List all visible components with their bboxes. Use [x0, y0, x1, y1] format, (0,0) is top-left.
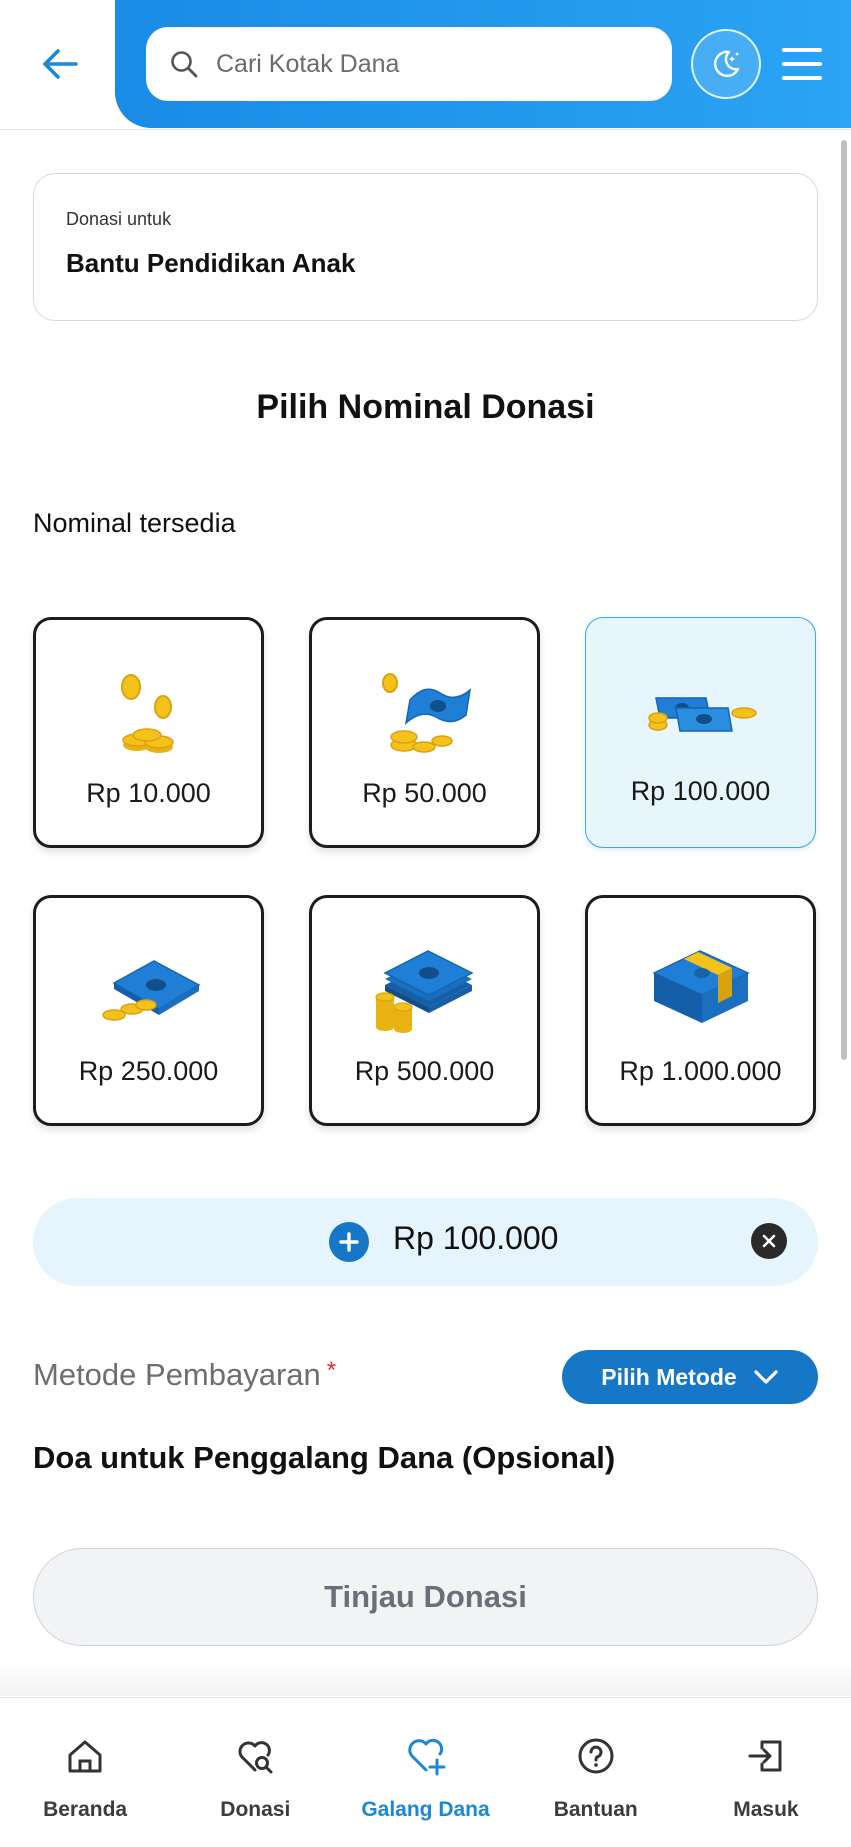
nominal-amount: Rp 500.000: [354, 1056, 495, 1086]
menu-line: [782, 48, 822, 52]
nav-label: Beranda: [43, 1798, 128, 1821]
target-name: Bantu Pendidikan Anak: [66, 248, 356, 278]
nominal-section-label: Nominal tersedia: [33, 508, 236, 538]
nominal-option-50000[interactable]: Rp 50.000: [309, 617, 540, 848]
page-title: Pilih Nominal Donasi: [256, 388, 595, 426]
nominal-amount: Rp 1.000.000: [619, 1056, 782, 1086]
nominal-option-500000[interactable]: Rp 500.000: [309, 895, 540, 1126]
payment-method-text: Metode Pembayaran: [33, 1357, 321, 1392]
nominal-option-100000[interactable]: Rp 100.000: [585, 617, 816, 848]
nav-item-galang-dana[interactable]: Galang Dana: [340, 1698, 510, 1847]
search-box[interactable]: [146, 27, 672, 101]
nav-item-beranda[interactable]: Beranda: [0, 1698, 170, 1847]
banknote-stack-icon: [374, 950, 474, 1033]
arrow-left-icon: [43, 49, 78, 79]
nominal-option-10000[interactable]: Rp 10.000: [33, 617, 264, 848]
required-mark: *: [326, 1357, 337, 1384]
nav-item-bantuan[interactable]: Bantuan: [511, 1698, 681, 1847]
home-icon: [68, 1740, 102, 1773]
add-amount-button[interactable]: [329, 1222, 369, 1262]
nav-label: Masuk: [733, 1798, 799, 1821]
target-label: Donasi untuk: [66, 209, 172, 229]
search-icon: [171, 51, 198, 78]
review-donation-button[interactable]: Tinjau Donasi: [33, 1548, 818, 1646]
heart-search-icon: [238, 1741, 273, 1774]
nominal-amount: Rp 50.000: [362, 778, 487, 808]
bottom-navigation: Beranda Donasi Galang Dana Bantuan Masuk: [0, 1697, 851, 1847]
doa-section-title: Doa untuk Penggalang Dana (Opsional): [33, 1440, 616, 1475]
moon-stars-icon: [714, 50, 740, 78]
payment-method-label: Metode Pembayaran *: [33, 1357, 336, 1393]
chevron-down-icon: [754, 1370, 778, 1384]
plus-icon: [339, 1232, 359, 1252]
clear-amount-button[interactable]: [751, 1223, 787, 1259]
select-method-label: Pilih Metode: [601, 1363, 737, 1390]
search-input[interactable]: [216, 49, 636, 79]
nominal-option-250000[interactable]: Rp 250.000: [33, 895, 264, 1126]
nav-label: Galang Dana: [361, 1798, 490, 1821]
help-circle-icon: [578, 1738, 614, 1774]
nominal-amount: Rp 100.000: [630, 776, 771, 806]
nav-item-masuk[interactable]: Masuk: [681, 1698, 851, 1847]
banknote-bundle-icon: [651, 950, 750, 1023]
menu-line: [782, 62, 822, 66]
nominal-option-1000000[interactable]: Rp 1.000.000: [585, 895, 816, 1126]
top-bar: [0, 0, 851, 130]
banknotes-coins-icon: [647, 697, 757, 732]
donation-target-card: Donasi untuk Bantu Pendidikan Anak: [33, 173, 818, 321]
login-icon: [748, 1740, 782, 1772]
amount-value[interactable]: Rp 100.000: [393, 1220, 558, 1257]
coins-banknote-icon: [381, 673, 471, 753]
hamburger-menu-button[interactable]: [782, 44, 822, 84]
select-payment-method-button[interactable]: Pilih Metode: [562, 1350, 818, 1404]
nominal-amount: Rp 10.000: [86, 778, 211, 808]
menu-line: [782, 76, 822, 80]
banknote-coins-icon: [101, 960, 201, 1021]
theme-toggle-button[interactable]: [691, 29, 761, 99]
scrollbar[interactable]: [841, 140, 847, 1060]
back-button[interactable]: [30, 34, 90, 94]
close-icon: [762, 1234, 776, 1248]
nav-label: Donasi: [220, 1798, 291, 1821]
nav-item-donasi[interactable]: Donasi: [170, 1698, 340, 1847]
scroll-fade: [0, 1660, 851, 1696]
amount-input-bar[interactable]: Rp 100.000: [33, 1198, 818, 1286]
heart-plus-icon: [407, 1738, 445, 1776]
coins-icon: [120, 674, 174, 753]
nav-label: Bantuan: [553, 1798, 638, 1821]
nominal-amount: Rp 250.000: [78, 1056, 219, 1086]
